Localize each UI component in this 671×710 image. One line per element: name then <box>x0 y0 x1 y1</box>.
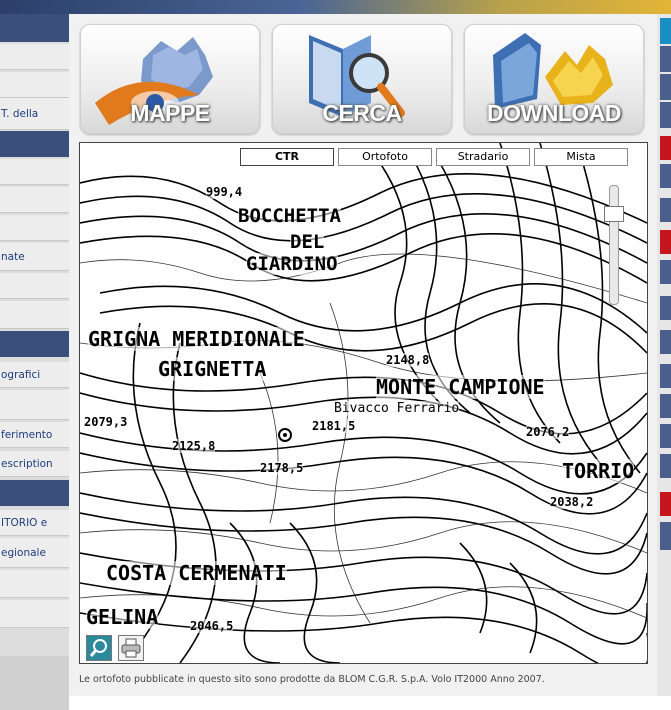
map-type-tabs: CTR Ortofoto Stradario Mista <box>240 148 628 166</box>
tab-mista[interactable]: Mista <box>534 148 628 166</box>
right-tab-3[interactable] <box>660 74 671 100</box>
sidebar-item[interactable]: ITORIO e <box>0 510 69 536</box>
magnifier-icon[interactable] <box>86 635 112 661</box>
zoom-slider-handle[interactable] <box>604 206 624 222</box>
printer-icon[interactable] <box>118 635 144 661</box>
right-tab-4[interactable] <box>660 102 671 128</box>
map-label-peak: GRIGNETTA <box>158 357 267 381</box>
sidebar-item[interactable]: egionale <box>0 538 69 568</box>
map-label-ridge: COSTA CERMENATI <box>106 561 287 585</box>
map-label-peak: GRIGNA MERIDIONALE <box>88 327 305 351</box>
sidebar-item[interactable] <box>0 187 69 213</box>
sidebar-item[interactable]: nate <box>0 243 69 271</box>
right-tab-15[interactable] <box>660 454 671 478</box>
right-sidebar <box>657 14 671 696</box>
right-tab-6[interactable] <box>660 164 671 188</box>
sidebar-item[interactable] <box>0 215 69 241</box>
sidebar-item[interactable] <box>0 570 69 598</box>
tab-stradario[interactable]: Stradario <box>436 148 530 166</box>
sidebar-section-header <box>0 131 69 157</box>
sidebar-item[interactable] <box>0 72 69 98</box>
map-label-elevation: 2038,2 <box>550 495 594 509</box>
sidebar-item[interactable]: T. della <box>0 98 69 130</box>
map-label-elevation: 999,4 <box>206 185 243 199</box>
map-label-hut: Bivacco Ferrario <box>334 401 460 416</box>
tab-ctr[interactable]: CTR <box>240 148 334 166</box>
zoom-slider[interactable] <box>604 185 624 305</box>
sidebar-section-header <box>0 14 69 42</box>
sidebar-section-header <box>0 480 69 506</box>
sidebar-item[interactable] <box>0 273 69 299</box>
sidebar-item[interactable]: escription <box>0 451 69 477</box>
download-label: DOWNLOAD <box>487 100 621 126</box>
mappe-button[interactable]: MAPPE <box>80 24 260 134</box>
sidebar-item[interactable] <box>0 301 69 329</box>
cerca-label: CERCA <box>322 100 402 126</box>
download-button[interactable]: DOWNLOAD <box>464 24 644 134</box>
right-tab-2[interactable] <box>660 46 671 72</box>
left-sidebar: T. della nate ografici ferimento escription I… <box>0 14 69 710</box>
map-label-place: GIARDINO <box>246 253 338 275</box>
sidebar-item[interactable] <box>0 159 69 185</box>
map-label-peak: TORRIO <box>562 459 635 483</box>
sidebar-item[interactable] <box>0 390 69 420</box>
main-content: MAPPE CERCA DOWNLOAD 999,4 BOCCHETTA DEL… <box>69 14 657 696</box>
map-label-peak: MONTE CAMPIONE <box>376 375 545 399</box>
cerca-button[interactable]: CERCA <box>272 24 452 134</box>
right-tab-9[interactable] <box>660 260 671 284</box>
right-tab-8[interactable] <box>660 230 671 254</box>
sidebar-item[interactable]: ografici <box>0 362 69 388</box>
right-tab-12[interactable] <box>660 364 671 388</box>
right-tab-13[interactable] <box>660 394 671 418</box>
ortofoto-credit: Le ortofoto pubblicate in questo sito so… <box>79 674 545 685</box>
sidebar-item[interactable] <box>0 600 69 628</box>
mappe-label: MAPPE <box>130 100 210 126</box>
map-label-elevation: 2178,5 <box>260 461 304 475</box>
right-tab-11[interactable] <box>660 330 671 354</box>
right-tab-10[interactable] <box>660 296 671 320</box>
right-tab-1[interactable] <box>660 18 671 44</box>
map-label-place: BOCCHETTA <box>238 205 341 227</box>
sidebar-section-header <box>0 331 69 357</box>
map-label-elevation: 2125,8 <box>172 439 216 453</box>
map-label-elevation: 2079,3 <box>84 415 128 429</box>
map-label-place: GELINA <box>86 605 159 629</box>
right-tab-7[interactable] <box>660 198 671 222</box>
map-label-place: DEL <box>290 231 325 253</box>
map-viewport[interactable]: 999,4 BOCCHETTA DEL GIARDINO GRIGNA MERI… <box>79 142 648 664</box>
map-label-elevation: 2148,8 <box>386 353 430 367</box>
map-label-elevation: 2046,5 <box>190 619 234 633</box>
right-tab-5[interactable] <box>660 136 671 160</box>
map-label-elevation: 2181,5 <box>312 419 356 433</box>
tab-ortofoto[interactable]: Ortofoto <box>338 148 432 166</box>
top-banner <box>0 0 671 14</box>
right-tab-16[interactable] <box>660 492 671 516</box>
sidebar-item[interactable] <box>0 44 69 70</box>
map-label-elevation: 2076,2 <box>526 425 570 439</box>
right-tab-14[interactable] <box>660 424 671 448</box>
sidebar-footer <box>0 656 69 710</box>
right-tab-17[interactable] <box>660 522 671 550</box>
sidebar-item[interactable]: ferimento <box>0 422 69 448</box>
